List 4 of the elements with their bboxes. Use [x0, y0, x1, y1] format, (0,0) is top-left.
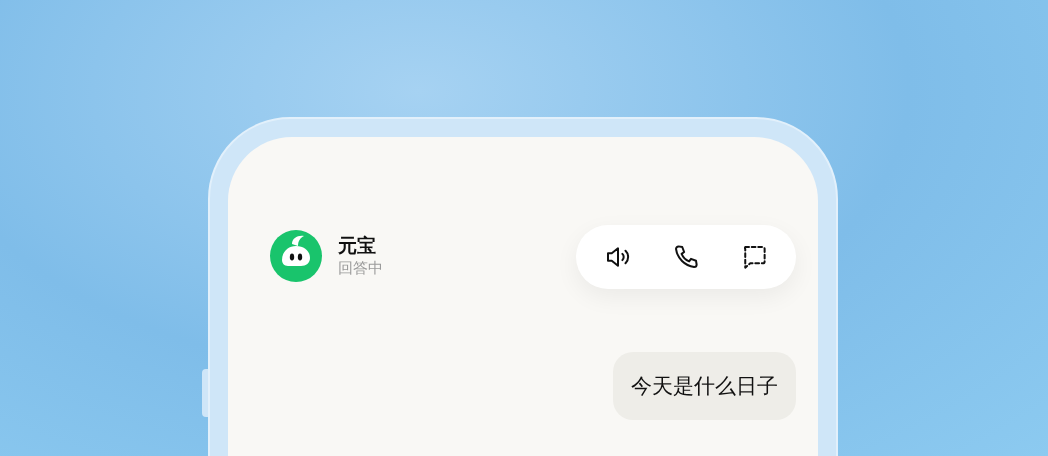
contact-status: 回答中	[338, 258, 383, 278]
contact-name: 元宝	[338, 234, 377, 258]
mascot-avatar-icon	[270, 230, 322, 282]
message-bubble: 今天是什么日子	[613, 352, 796, 420]
